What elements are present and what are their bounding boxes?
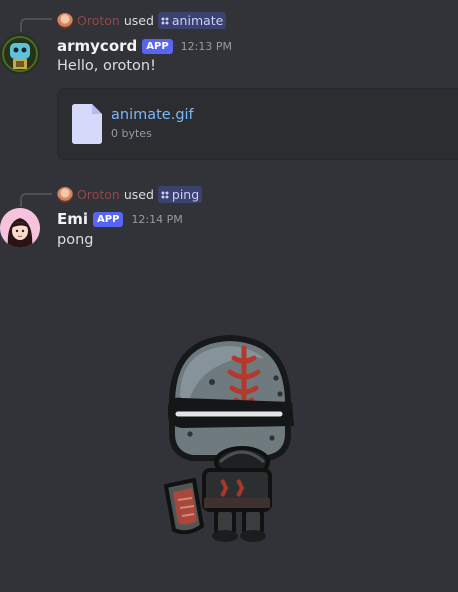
app-badge: APP [142, 38, 173, 54]
reply-username[interactable]: Oroton [77, 187, 120, 202]
username[interactable]: Emi [57, 210, 88, 228]
reply-avatar[interactable] [57, 186, 73, 203]
username[interactable]: armycord [57, 37, 137, 55]
command-name: animate [171, 13, 224, 28]
file-icon [72, 104, 102, 144]
timestamp[interactable]: 12:14 PM [131, 213, 182, 226]
file-attachment[interactable]: animate.gif 0 bytes [57, 88, 458, 160]
chat-view: Oroton used animate armycord APP 12:13 P… [0, 0, 458, 592]
command-chip[interactable]: ping [157, 186, 203, 203]
reply-connector [20, 18, 52, 32]
avatar[interactable] [0, 34, 40, 74]
emi-avatar-art [0, 208, 40, 248]
reply-connector [20, 193, 52, 207]
message-header: Emi APP 12:14 PM [57, 210, 183, 228]
reply-context[interactable]: Oroton used ping [57, 186, 203, 203]
reply-context[interactable]: Oroton used animate [57, 12, 227, 29]
timestamp[interactable]: 12:13 PM [181, 40, 232, 53]
reply-username[interactable]: Oroton [77, 13, 120, 28]
command-icon [160, 190, 169, 199]
reply-used-text: used [123, 187, 154, 202]
app-badge: APP [93, 211, 124, 227]
message-content: Hello, oroton! [57, 58, 156, 74]
file-size: 0 bytes [111, 127, 152, 140]
sticker-knight[interactable] [160, 334, 300, 546]
command-icon [160, 16, 169, 25]
armycord-avatar-art [0, 34, 40, 74]
reply-used-text: used [123, 13, 154, 28]
reply-avatar[interactable] [57, 12, 73, 29]
command-name: ping [171, 187, 200, 202]
file-name-link[interactable]: animate.gif [111, 107, 194, 123]
message-content: pong [57, 232, 94, 248]
message-header: armycord APP 12:13 PM [57, 37, 232, 55]
command-chip[interactable]: animate [157, 12, 227, 29]
avatar[interactable] [0, 208, 40, 248]
